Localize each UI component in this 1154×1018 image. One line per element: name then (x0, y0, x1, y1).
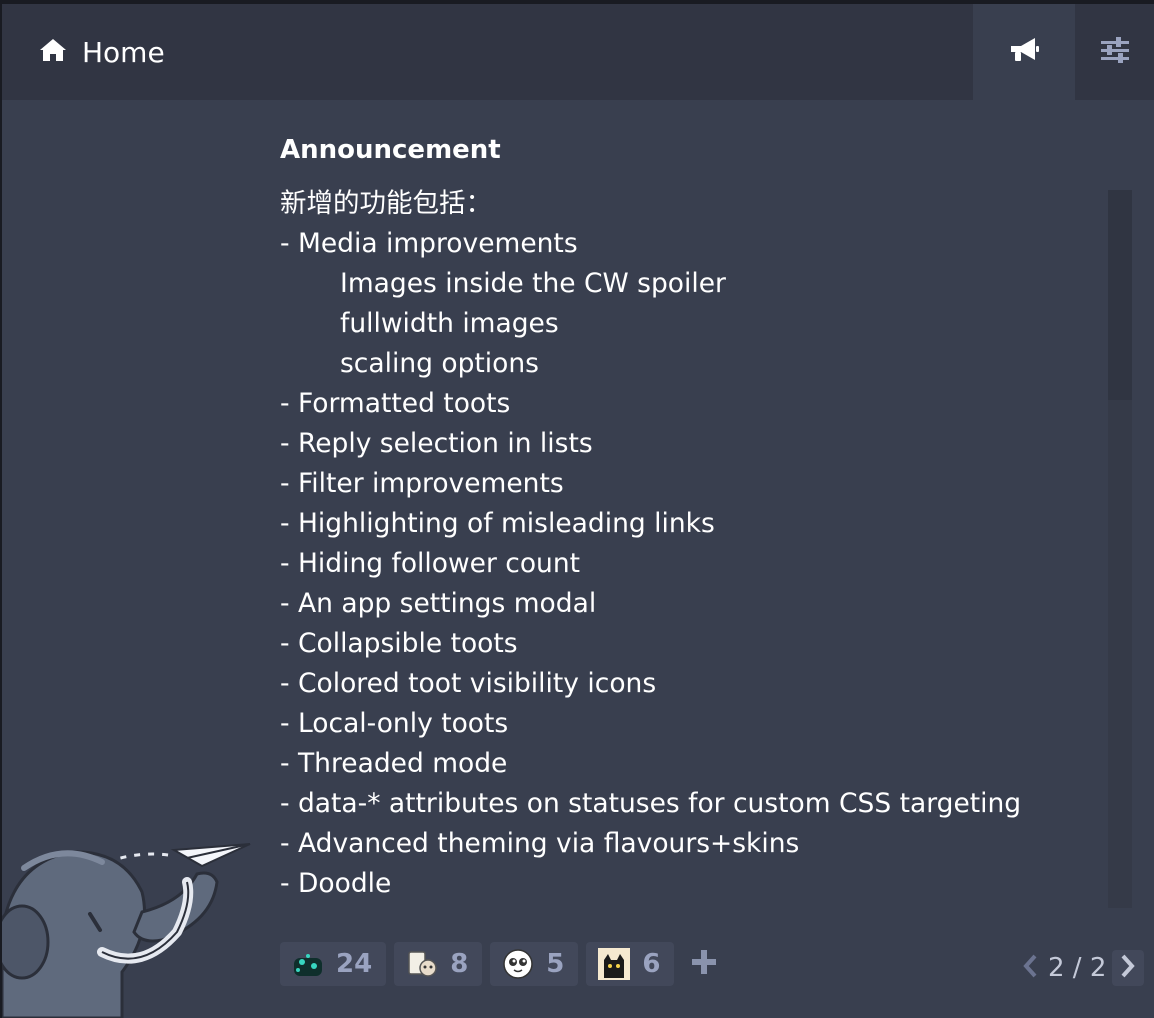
announcement-line: - Hiding follower count (280, 548, 581, 579)
reaction-button[interactable]: 24 (280, 942, 387, 986)
home-header-button[interactable]: Home (38, 32, 165, 72)
announcement-line: - Local-only toots (280, 708, 509, 739)
chevron-right-icon (1120, 953, 1136, 983)
add-reaction-button[interactable] (682, 942, 726, 986)
announcement-line: - Reply selection in lists (280, 428, 593, 459)
announcement-line: scaling options (340, 348, 539, 379)
announcement-text: 新增的功能包括： - Media improvements Images insid… (280, 184, 1100, 904)
announcement-title: Announcement (280, 135, 501, 165)
home-column: Home Announcement 新增的功能包括： - Media impro… (2, 4, 1154, 1018)
reaction-count: 6 (642, 949, 661, 979)
column-title: Home (82, 35, 165, 69)
announcement-content: Announcement 新增的功能包括： - Media improvement… (280, 130, 1100, 904)
pagination-counter: 2 / 2 (1048, 953, 1107, 983)
teal-creature-emoji (292, 948, 324, 980)
announcement-line: - Advanced theming via flavours+skins (280, 828, 800, 859)
announcement-line: - data-* attributes on statuses for cust… (280, 788, 1022, 819)
announcements-button[interactable] (973, 4, 1075, 100)
announcement-line: - Highlighting of misleading links (280, 508, 715, 539)
scrollbar-thumb[interactable] (1108, 190, 1132, 400)
home-icon (38, 37, 68, 67)
announcement-line: - Doodle (280, 868, 392, 899)
round-face-emoji (502, 948, 534, 980)
announcement-pagination: 2 / 2 (1018, 948, 1145, 988)
elephant-mascot-illustration (2, 822, 262, 1018)
chevron-left-icon (1022, 953, 1038, 983)
announcement-line: - Threaded mode (280, 748, 508, 779)
reaction-button[interactable]: 6 (586, 942, 675, 986)
plus-icon (691, 949, 717, 979)
announcement-line: - Collapsible toots (280, 628, 518, 659)
column-header: Home (2, 4, 1154, 100)
reaction-button[interactable]: 8 (394, 942, 483, 986)
reaction-button[interactable]: 5 (490, 942, 579, 986)
paper-cat-emoji (406, 948, 438, 980)
announcement-line: - An app settings modal (280, 588, 597, 619)
black-cat-emoji (598, 948, 631, 980)
announcement-line: - Colored toot visibility icons (280, 668, 657, 699)
announcement-scrollbar[interactable] (1108, 190, 1132, 908)
column-settings-button[interactable] (1075, 4, 1154, 100)
announcement-line: - Media improvements (280, 228, 578, 259)
reactions-bar: 24 8 5 6 (280, 942, 726, 986)
announcement-line: - Filter improvements (280, 468, 564, 499)
next-announcement-button[interactable] (1112, 950, 1145, 986)
reaction-count: 5 (546, 949, 565, 979)
announcement-line: Images inside the CW spoiler (340, 268, 726, 299)
bullhorn-icon (1007, 35, 1041, 69)
reaction-count: 8 (450, 949, 469, 979)
announcement-line: - Formatted toots (280, 388, 511, 419)
previous-announcement-button[interactable] (1018, 950, 1042, 986)
reaction-count: 24 (336, 949, 373, 979)
sliders-icon (1100, 36, 1130, 68)
announcement-line: 新增的功能包括： (280, 188, 492, 219)
announcement-line: fullwidth images (340, 308, 559, 339)
